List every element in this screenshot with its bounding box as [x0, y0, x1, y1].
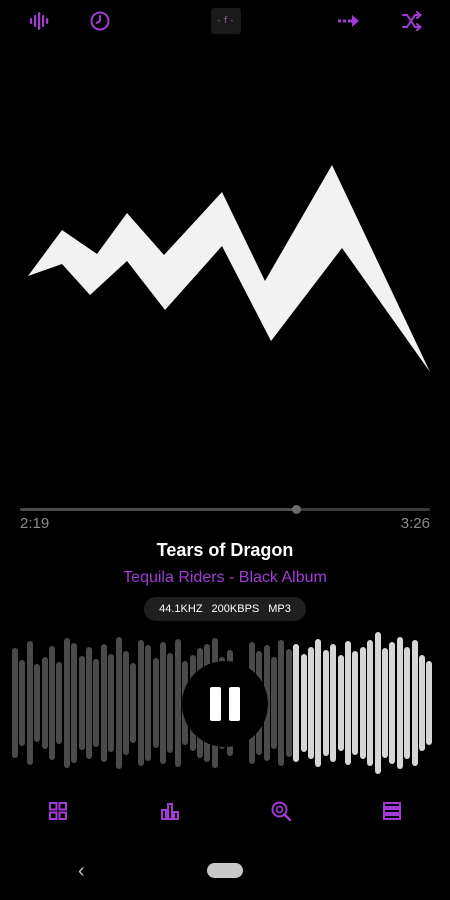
- pause-icon: [210, 687, 221, 721]
- system-back-button[interactable]: ‹: [78, 860, 85, 883]
- pause-icon-bar: [229, 687, 240, 721]
- waveform-bar: [19, 660, 26, 746]
- waveform-bar: [34, 664, 41, 742]
- pause-button[interactable]: [182, 661, 268, 747]
- playlist-icon[interactable]: [378, 797, 406, 825]
- waveform-bar: [167, 653, 174, 753]
- equalizer-icon[interactable]: [26, 8, 54, 34]
- waveform-bar: [271, 657, 277, 749]
- system-home-pill[interactable]: [207, 863, 243, 878]
- waveform-bar: [404, 647, 411, 759]
- codec: MP3: [268, 603, 291, 615]
- waveform-bar: [300, 654, 307, 752]
- shuffle-icon[interactable]: [398, 8, 426, 34]
- waveform-bar: [359, 647, 366, 759]
- waveform-bar: [145, 645, 152, 761]
- waveform-bar: [293, 644, 300, 762]
- waveform-bar: [71, 643, 78, 763]
- waveform-bar: [322, 650, 329, 756]
- waveform-bar: [130, 663, 137, 743]
- waveform-bar: [56, 662, 63, 744]
- library-grid-icon[interactable]: [44, 797, 72, 825]
- bitrate: 200KBPS: [211, 603, 260, 615]
- sample-rate: 44.1KHZ: [159, 603, 203, 615]
- track-title: Tears of Dragon: [156, 540, 294, 560]
- waveform-bar: [115, 637, 122, 769]
- waveform-bar: [49, 646, 55, 760]
- waveform-bar: [367, 640, 374, 766]
- waveform-bar: [396, 637, 403, 769]
- waveform-bar: [345, 641, 351, 765]
- waveform-bar: [12, 648, 18, 758]
- waveform-bar: [389, 642, 396, 764]
- waveform-bar: [63, 638, 70, 768]
- waveform-bar: [174, 639, 181, 767]
- repeat-icon[interactable]: [335, 8, 363, 34]
- total-duration: 3:26: [400, 515, 430, 532]
- waveform-bar: [352, 651, 359, 755]
- app-logo[interactable]: -f-: [211, 8, 241, 34]
- waveform-bar: [152, 658, 159, 748]
- waveform-bar: [411, 640, 418, 766]
- sleep-timer-icon[interactable]: [86, 8, 114, 34]
- waveform-bar: [419, 655, 425, 751]
- waveform-bar: [108, 654, 115, 752]
- waveform-bar: [93, 659, 100, 747]
- waveform-bar: [337, 655, 344, 751]
- waveform-bar: [308, 647, 314, 759]
- waveform-bar: [330, 644, 337, 762]
- waveform-bar: [285, 649, 292, 757]
- visualizer-chart-icon[interactable]: [156, 797, 184, 825]
- waveform-bar: [426, 661, 433, 745]
- waveform-bar: [137, 640, 144, 766]
- waveform-bar: [160, 642, 166, 764]
- waveform-bar: [26, 641, 33, 765]
- waveform-bar: [86, 647, 92, 759]
- waveform-bar: [278, 640, 285, 766]
- album-art: [28, 165, 430, 372]
- waveform-bar: [374, 632, 381, 774]
- format-badge: 44.1KHZ 200KBPS MP3: [144, 597, 306, 621]
- seek-bar-thumb[interactable]: [292, 505, 301, 514]
- waveform-bar: [78, 656, 85, 750]
- waveform-bar: [41, 657, 48, 749]
- elapsed-time: 2:19: [20, 515, 50, 532]
- artist-album[interactable]: Tequila Riders - Black Album: [0, 569, 450, 587]
- waveform-bar: [315, 639, 322, 767]
- waveform-bar: [100, 644, 107, 762]
- waveform-bar: [123, 651, 129, 755]
- search-icon[interactable]: [267, 797, 295, 825]
- seek-bar-progress: [20, 508, 297, 511]
- waveform-bar: [382, 648, 388, 758]
